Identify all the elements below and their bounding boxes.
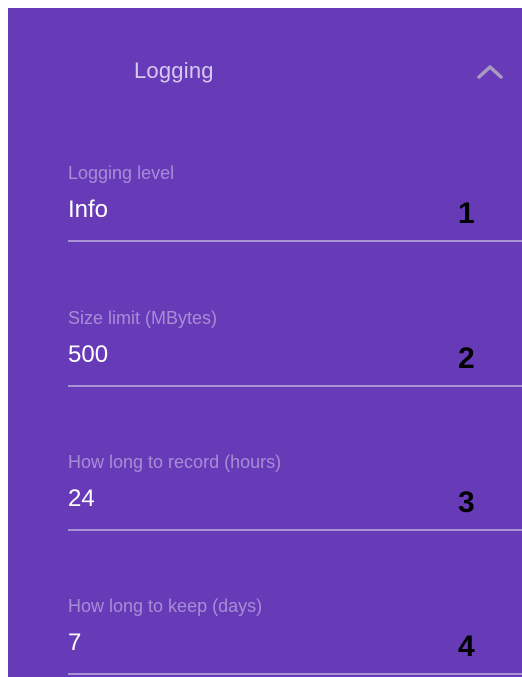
field-underline: [68, 673, 522, 675]
size-limit-field: Size limit (MBytes) 2: [68, 308, 522, 408]
keep-duration-field: How long to keep (days) 4: [68, 596, 522, 677]
record-duration-input[interactable]: [68, 485, 448, 513]
field-underline: [68, 385, 522, 387]
record-duration-field: How long to record (hours) 3: [68, 452, 522, 552]
keep-duration-label: How long to keep (days): [68, 596, 263, 616]
record-duration-label: How long to record (hours): [68, 452, 282, 472]
keep-duration-input[interactable]: [68, 629, 448, 657]
callout-number: 2: [458, 342, 475, 375]
size-limit-label: Size limit (MBytes): [68, 308, 218, 328]
callout-number: 3: [458, 486, 475, 519]
callout-number: 4: [458, 630, 475, 663]
size-limit-input[interactable]: [68, 341, 448, 369]
field-underline: [68, 240, 522, 242]
field-underline: [68, 529, 522, 531]
callout-number: 1: [458, 197, 475, 230]
logging-level-input[interactable]: [68, 196, 448, 224]
logging-section-header[interactable]: Logging: [8, 8, 522, 132]
section-title: Logging: [134, 58, 214, 83]
logging-level-field: Logging level 1: [68, 163, 522, 263]
logging-panel: Logging Logging level 1 Size limit (MByt…: [8, 8, 522, 677]
logging-level-label: Logging level: [68, 163, 175, 183]
chevron-up-icon[interactable]: [473, 58, 507, 84]
